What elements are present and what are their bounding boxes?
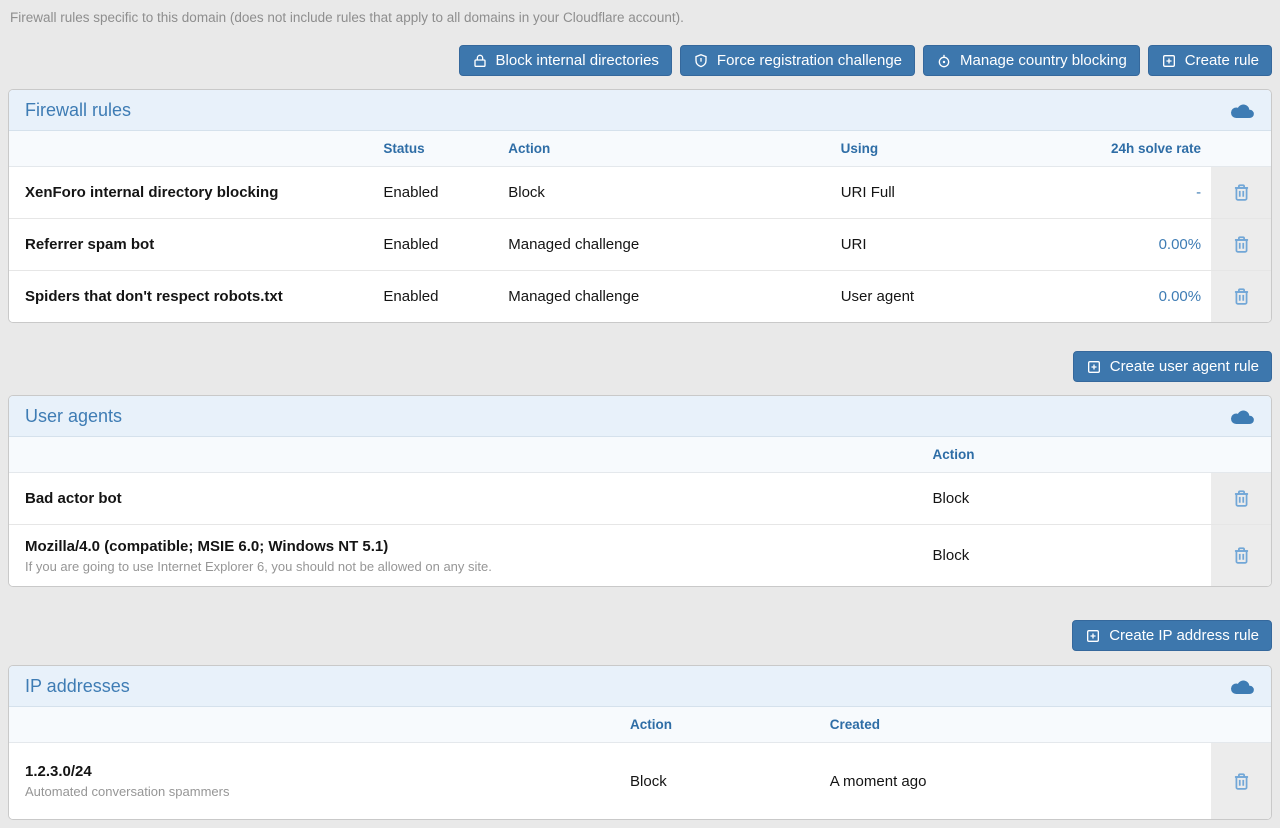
user-agents-header: User agents <box>9 396 1271 437</box>
firewall-rules-header: Firewall rules <box>9 90 1271 131</box>
create-user-agent-rule-button[interactable]: Create user agent rule <box>1073 351 1272 382</box>
user-agents-panel: User agents Action Bad actor bot Block M… <box>8 395 1272 587</box>
trash-icon <box>1231 286 1252 307</box>
ip-address-name: 1.2.3.0/24 <box>25 763 92 780</box>
rule-action: Managed challenge <box>508 219 840 270</box>
ip-addresses-panel: IP addresses Action Created 1.2.3.0/24 A… <box>8 665 1272 820</box>
user-agent-action: Block <box>933 525 1212 586</box>
toolbar: Block internal directories Force registr… <box>8 45 1272 76</box>
firewall-rules-panel: Firewall rules Status Action Using 24h s… <box>8 89 1272 323</box>
rule-using: User agent <box>841 271 1090 322</box>
force-registration-challenge-label: Force registration challenge <box>717 52 902 69</box>
column-header-action: Action <box>933 437 1212 473</box>
trash-icon <box>1231 545 1252 566</box>
rule-action: Block <box>508 167 840 218</box>
user-agent-name: Mozilla/4.0 (compatible; MSIE 6.0; Windo… <box>25 538 388 555</box>
plus-square-icon <box>1085 628 1101 644</box>
column-header-name <box>9 131 383 167</box>
rule-name: Spiders that don't respect robots.txt <box>25 288 283 305</box>
create-ip-address-rule-label: Create IP address rule <box>1109 627 1259 644</box>
create-ip-address-rule-button[interactable]: Create IP address rule <box>1072 620 1272 651</box>
delete-rule-button[interactable] <box>1227 283 1255 311</box>
column-header-solve-rate: 24h solve rate <box>1089 131 1211 167</box>
column-header-created: Created <box>830 707 1211 743</box>
column-header-actions <box>1211 437 1271 473</box>
ip-addresses-title: IP addresses <box>25 676 130 697</box>
trash-icon <box>1231 488 1252 509</box>
user-agent-description: If you are going to use Internet Explore… <box>25 559 492 574</box>
shield-icon <box>693 53 709 69</box>
user-agents-column-headers: Action <box>9 437 1271 473</box>
table-row: 1.2.3.0/24 Automated conversation spamme… <box>9 743 1271 819</box>
firewall-rules-column-headers: Status Action Using 24h solve rate <box>9 131 1271 167</box>
ip-address-description: Automated conversation spammers <box>25 784 229 799</box>
cloudflare-cloud-icon <box>1228 408 1255 425</box>
rule-using: URI Full <box>841 167 1090 218</box>
table-row: Spiders that don't respect robots.txt En… <box>9 270 1271 322</box>
rule-status: Enabled <box>383 219 508 270</box>
user-agents-title: User agents <box>25 406 122 427</box>
lock-icon <box>472 53 488 69</box>
user-agent-name: Bad actor bot <box>25 490 122 507</box>
rule-solve-rate-link[interactable]: 0.00% <box>1159 236 1202 253</box>
rule-status: Enabled <box>383 167 508 218</box>
target-icon <box>936 53 952 69</box>
ip-addresses-header: IP addresses <box>9 666 1271 707</box>
table-row: Bad actor bot Block <box>9 473 1271 524</box>
ip-address-created: A moment ago <box>830 743 1211 819</box>
ip-addresses-column-headers: Action Created <box>9 707 1271 743</box>
delete-rule-button[interactable] <box>1227 231 1255 259</box>
page-description: Firewall rules specific to this domain (… <box>0 0 1280 25</box>
create-rule-button[interactable]: Create rule <box>1148 45 1272 76</box>
trash-icon <box>1231 182 1252 203</box>
manage-country-blocking-button[interactable]: Manage country blocking <box>923 45 1140 76</box>
user-agent-action: Block <box>933 473 1212 524</box>
column-header-actions <box>1211 131 1271 167</box>
block-internal-directories-label: Block internal directories <box>496 52 659 69</box>
rule-solve-rate-link[interactable]: 0.00% <box>1159 288 1202 305</box>
cloudflare-cloud-icon <box>1228 102 1255 119</box>
table-row: XenForo internal directory blocking Enab… <box>9 167 1271 218</box>
table-row: Mozilla/4.0 (compatible; MSIE 6.0; Windo… <box>9 524 1271 586</box>
trash-icon <box>1231 771 1252 792</box>
force-registration-challenge-button[interactable]: Force registration challenge <box>680 45 915 76</box>
column-header-status: Status <box>383 131 508 167</box>
rule-action: Managed challenge <box>508 271 840 322</box>
column-header-using: Using <box>841 131 1090 167</box>
create-user-agent-rule-label: Create user agent rule <box>1110 358 1259 375</box>
column-header-action: Action <box>630 707 830 743</box>
column-header-name <box>9 437 933 473</box>
delete-user-agent-button[interactable] <box>1227 542 1255 570</box>
delete-ip-address-button[interactable] <box>1227 767 1255 795</box>
rule-solve-rate: - <box>1089 167 1211 218</box>
column-header-actions <box>1211 707 1271 743</box>
manage-country-blocking-label: Manage country blocking <box>960 52 1127 69</box>
cloudflare-cloud-icon <box>1228 678 1255 695</box>
create-rule-label: Create rule <box>1185 52 1259 69</box>
rule-name: Referrer spam bot <box>25 236 154 253</box>
ip-address-action: Block <box>630 743 830 819</box>
column-header-name <box>9 707 630 743</box>
plus-square-icon <box>1086 359 1102 375</box>
rule-name: XenForo internal directory blocking <box>25 184 278 201</box>
ip-addresses-actions: Create IP address rule <box>8 620 1272 651</box>
block-internal-directories-button[interactable]: Block internal directories <box>459 45 672 76</box>
rule-using: URI <box>841 219 1090 270</box>
rule-status: Enabled <box>383 271 508 322</box>
column-header-action: Action <box>508 131 840 167</box>
plus-square-icon <box>1161 53 1177 69</box>
table-row: Referrer spam bot Enabled Managed challe… <box>9 218 1271 270</box>
user-agents-actions: Create user agent rule <box>8 351 1272 382</box>
trash-icon <box>1231 234 1252 255</box>
firewall-rules-title: Firewall rules <box>25 100 131 121</box>
delete-rule-button[interactable] <box>1227 179 1255 207</box>
delete-user-agent-button[interactable] <box>1227 485 1255 513</box>
